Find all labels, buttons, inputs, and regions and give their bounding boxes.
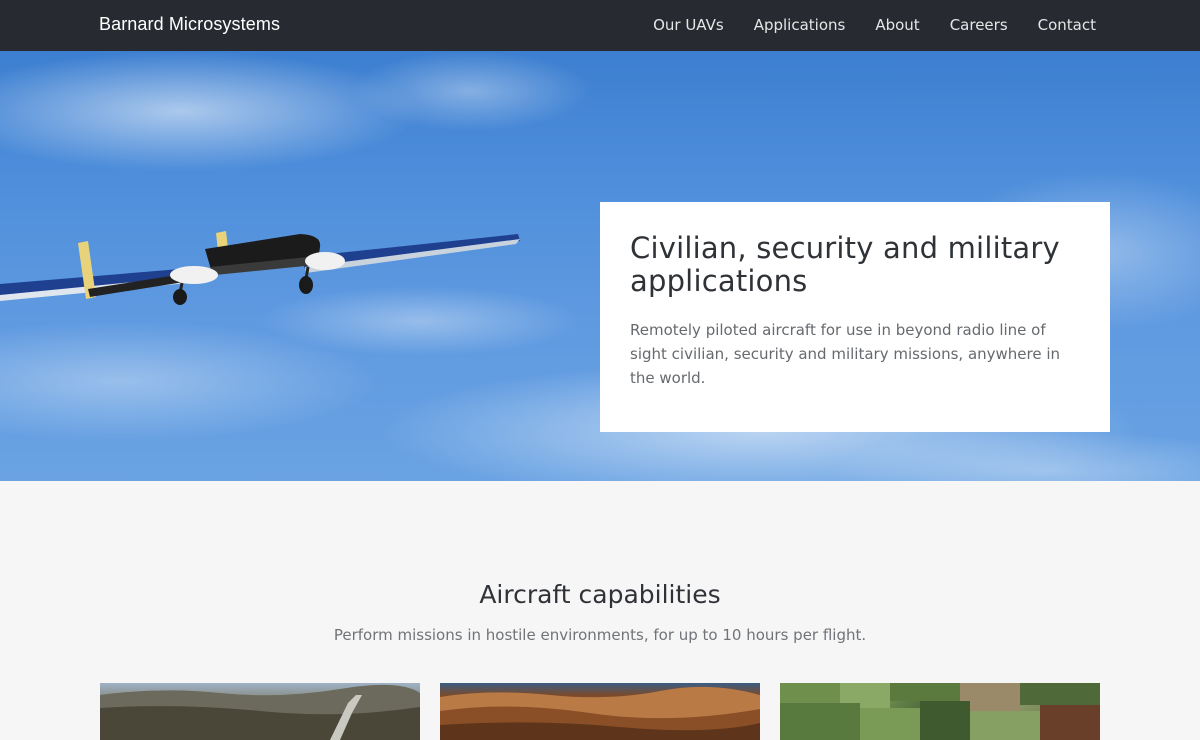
hero-description: Remotely piloted aircraft for use in bey… (630, 321, 1061, 387)
capabilities-subtitle: Perform missions in hostile environments… (333, 626, 867, 644)
nav-link-our-uavs[interactable]: Our UAVs (653, 16, 724, 34)
nav-link-about[interactable]: About (875, 16, 919, 34)
top-navbar: Barnard Microsystems Our UAVs Applicatio… (0, 0, 1200, 51)
hero-title: Civilian, security and military applicat… (630, 231, 1060, 298)
capability-image-pipeline[interactable] (100, 683, 420, 740)
nav-link-careers[interactable]: Careers (950, 16, 1008, 34)
pipeline-landscape-image (100, 684, 420, 740)
capabilities-title: Aircraft capabilities (479, 580, 721, 609)
farmland-aerial-image (780, 683, 1100, 740)
hero-banner: Civilian, security and military applicat… (0, 51, 1200, 481)
desert-mountain-image (440, 686, 760, 740)
capability-image-farmland[interactable] (780, 683, 1100, 740)
brand-logo-text[interactable]: Barnard Microsystems (99, 14, 280, 35)
nav-link-applications[interactable]: Applications (754, 16, 846, 34)
main-nav: Our UAVs Applications About Careers Cont… (653, 16, 1096, 34)
nav-link-contact[interactable]: Contact (1038, 16, 1096, 34)
capability-image-desert[interactable] (440, 683, 760, 740)
hero-card: Civilian, security and military applicat… (600, 202, 1110, 432)
